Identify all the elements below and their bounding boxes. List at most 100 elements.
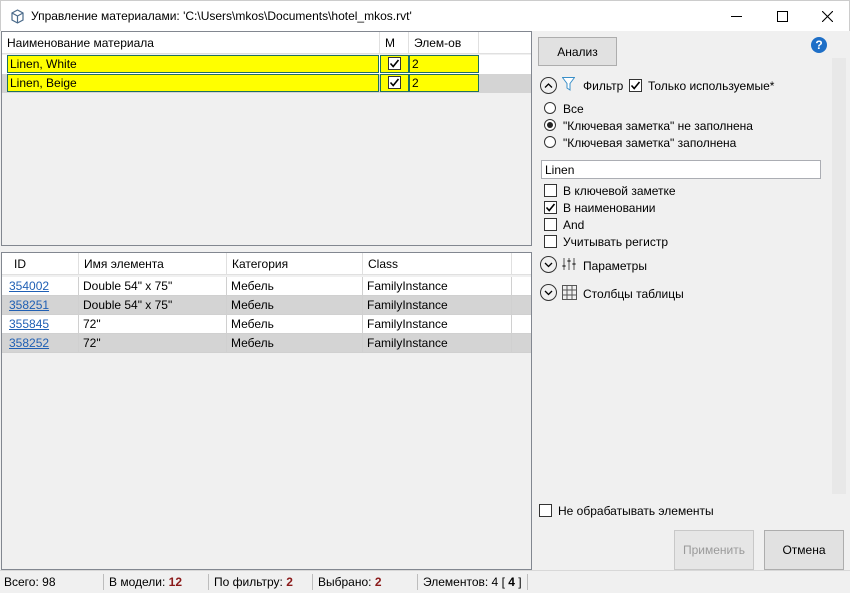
radio-keynote-empty[interactable] — [544, 119, 556, 131]
table-row[interactable]: 358251 Double 54" x 75" Мебель FamilyIns… — [2, 296, 531, 315]
checkmark-icon — [545, 203, 556, 212]
element-id-cell[interactable]: 358252 — [2, 334, 79, 353]
window-title: Управление материалами: 'C:\Users\mkos\D… — [31, 9, 412, 23]
in-name-label[interactable]: В наименовании — [563, 201, 656, 215]
close-icon — [821, 11, 833, 22]
status-elements-label: Элементов: — [423, 575, 489, 589]
maximize-icon — [776, 11, 788, 22]
status-selected-value: 2 — [374, 575, 382, 589]
element-category-cell: Мебель — [227, 334, 363, 353]
cancel-button[interactable]: Отмена — [764, 530, 844, 570]
only-used-checkbox[interactable] — [629, 79, 642, 92]
column-header-filler — [479, 32, 531, 54]
radio-keynote-filled-label[interactable]: "Ключевая заметка" заполнена — [563, 136, 736, 150]
element-class-cell: FamilyInstance — [363, 334, 512, 353]
column-header-material-name[interactable]: Наименование материала — [2, 32, 380, 54]
status-in-model-label: В модели: — [109, 575, 166, 589]
filter-label: Фильтр — [583, 79, 624, 93]
and-label[interactable]: And — [563, 218, 584, 232]
in-keynote-checkbox[interactable] — [544, 184, 557, 197]
element-name-cell: Double 54" x 75" — [79, 277, 227, 296]
match-case-checkbox[interactable] — [544, 235, 557, 248]
column-header-category[interactable]: Категория — [227, 253, 363, 275]
radio-keynote-filled[interactable] — [544, 136, 556, 148]
table-row[interactable]: 354002 Double 54" x 75" Мебель FamilyIns… — [2, 277, 531, 296]
status-separator — [312, 574, 313, 590]
element-name-cell: Double 54" x 75" — [79, 296, 227, 315]
status-selected: Выбрано: 2 — [318, 575, 382, 589]
material-m-cell[interactable] — [380, 55, 409, 73]
maximize-button[interactable] — [759, 1, 805, 32]
column-header-m[interactable]: M — [380, 32, 409, 54]
element-id-cell[interactable]: 354002 — [2, 277, 79, 296]
material-count-cell[interactable]: 2 — [409, 55, 479, 73]
checkmark-icon — [389, 59, 400, 68]
status-selected-label: Выбрано: — [318, 575, 372, 589]
status-in-model: В модели: 12 — [109, 575, 182, 589]
element-id-link[interactable]: 358252 — [9, 336, 49, 350]
material-name-cell[interactable]: Linen, Beige — [7, 74, 379, 92]
table-columns-label[interactable]: Столбцы таблицы — [583, 287, 684, 301]
element-id-link[interactable]: 354002 — [9, 279, 49, 293]
table-row[interactable]: 355845 72" Мебель FamilyInstance — [2, 315, 531, 334]
column-header-element-name[interactable]: Имя элемента — [79, 253, 227, 275]
filter-expander[interactable] — [540, 77, 557, 94]
right-panel-scrollbar[interactable] — [832, 58, 846, 494]
only-used-label[interactable]: Только используемые* — [648, 79, 774, 93]
in-name-checkbox[interactable] — [544, 201, 557, 214]
material-m-checkbox[interactable] — [388, 76, 401, 89]
element-category-cell: Мебель — [227, 315, 363, 334]
table-row[interactable]: Linen, Beige 2 — [2, 74, 531, 93]
radio-keynote-empty-label[interactable]: "Ключевая заметка" не заполнена — [563, 119, 753, 133]
parameters-label[interactable]: Параметры — [583, 259, 647, 273]
match-case-label[interactable]: Учитывать регистр — [563, 235, 668, 249]
analyze-button[interactable]: Анализ — [538, 37, 617, 66]
help-icon[interactable]: ? — [811, 37, 827, 53]
chevron-up-icon — [544, 83, 553, 88]
status-by-filter-label: По фильтру: — [214, 575, 283, 589]
element-id-link[interactable]: 355845 — [9, 317, 49, 331]
in-keynote-label[interactable]: В ключевой заметке — [563, 184, 676, 198]
and-checkbox[interactable] — [544, 218, 557, 231]
parameters-expander[interactable] — [540, 256, 557, 273]
dont-process-label[interactable]: Не обрабатывать элементы — [558, 504, 714, 518]
chevron-down-icon — [544, 290, 553, 296]
column-header-id[interactable]: ID — [2, 253, 79, 275]
materials-table[interactable]: Наименование материала M Элем-ов Linen, … — [1, 31, 532, 246]
apply-button[interactable]: Применить — [674, 530, 754, 570]
status-total-value: 98 — [42, 575, 56, 589]
filter-search-input[interactable] — [541, 160, 821, 179]
column-header-filler — [512, 253, 531, 275]
material-m-cell[interactable] — [380, 74, 409, 92]
status-total: Всего: 98 — [4, 575, 56, 589]
material-name-cell[interactable]: Linen, White — [7, 55, 379, 73]
element-id-cell[interactable]: 358251 — [2, 296, 79, 315]
table-row[interactable]: 358252 72" Мебель FamilyInstance — [2, 334, 531, 353]
element-class-cell: FamilyInstance — [363, 315, 512, 334]
element-id-link[interactable]: 358251 — [9, 298, 49, 312]
column-header-element-count[interactable]: Элем-ов — [409, 32, 479, 54]
elements-table[interactable]: ID Имя элемента Категория Class 354002 D… — [1, 252, 532, 570]
element-id-cell[interactable]: 355845 — [2, 315, 79, 334]
dont-process-checkbox[interactable] — [539, 504, 552, 517]
element-category-cell: Мебель — [227, 277, 363, 296]
status-by-filter: По фильтру: 2 — [214, 575, 293, 589]
radio-all-label[interactable]: Все — [563, 102, 584, 116]
table-row[interactable]: Linen, White 2 — [2, 55, 531, 74]
status-by-filter-value: 2 — [286, 575, 293, 589]
material-m-checkbox[interactable] — [388, 57, 401, 70]
status-bar: Всего: 98 В модели: 12 По фильтру: 2 Выб… — [0, 570, 850, 593]
material-count-cell[interactable]: 2 — [409, 74, 479, 92]
checkmark-icon — [389, 78, 400, 87]
status-elements: Элементов: 4 [ 4 ] — [423, 575, 522, 589]
close-button[interactable] — [804, 1, 850, 32]
radio-all[interactable] — [544, 102, 556, 114]
table-grid-icon — [562, 285, 577, 300]
status-separator — [417, 574, 418, 590]
element-class-cell: FamilyInstance — [363, 296, 512, 315]
element-class-cell: FamilyInstance — [363, 277, 512, 296]
checkmark-icon — [630, 81, 641, 90]
column-header-class[interactable]: Class — [363, 253, 512, 275]
table-columns-expander[interactable] — [540, 284, 557, 301]
minimize-button[interactable] — [713, 1, 759, 32]
